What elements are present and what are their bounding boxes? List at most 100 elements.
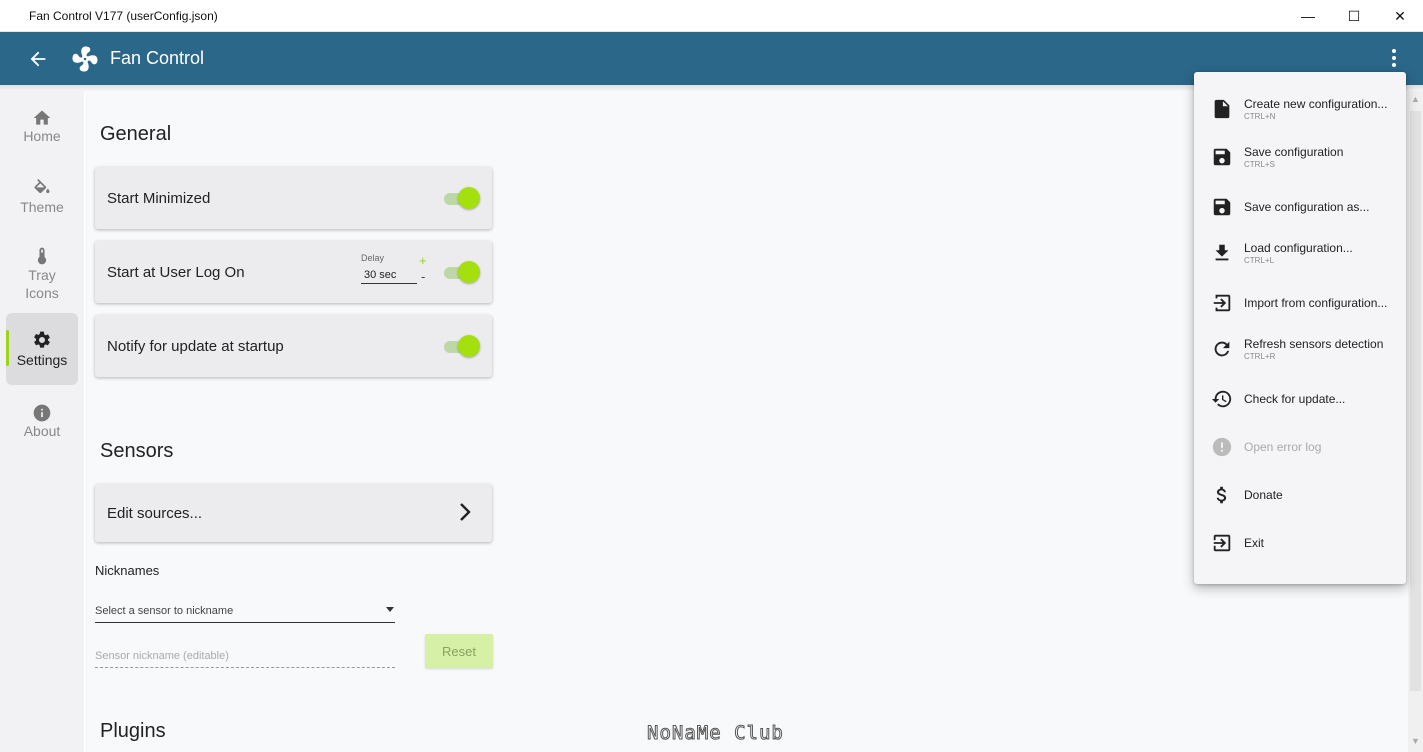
info-icon — [33, 404, 51, 422]
menu-item-label: Open error log — [1244, 440, 1322, 454]
notify-update-toggle[interactable] — [444, 334, 480, 358]
maximize-button[interactable]: ☐ — [1331, 0, 1377, 32]
notify-update-card: Notify for update at startup — [95, 315, 492, 377]
kebab-dot — [1392, 63, 1396, 67]
start-minimized-card: Start Minimized — [95, 167, 492, 229]
delay-increase-button[interactable]: + — [419, 253, 427, 268]
delay-label: Delay — [361, 253, 385, 263]
sidebar: Home Theme Tray Icons Settings About — [0, 91, 84, 752]
minimize-button[interactable]: — — [1285, 0, 1331, 32]
refresh-icon — [1214, 341, 1230, 357]
gear-icon — [34, 331, 50, 348]
menu-item-label: Check for update... — [1244, 392, 1346, 406]
menu-item-shortcut: CTRL+N — [1244, 112, 1276, 121]
sensor-nickname-input[interactable]: Sensor nickname (editable) — [95, 646, 395, 668]
menu-item-save-config-as[interactable]: Save configuration as... — [1194, 185, 1406, 229]
menu-item-save-config[interactable]: Save configuration CTRL+S — [1194, 135, 1406, 179]
menu-item-open-error-log[interactable]: Open error log — [1194, 425, 1406, 469]
back-button[interactable] — [25, 46, 51, 72]
app-title: Fan Control — [110, 48, 205, 68]
delay-value: 30 sec — [361, 266, 417, 284]
sidebar-item-about[interactable]: About — [6, 403, 78, 449]
toggle-thumb — [458, 335, 480, 357]
plugins-section-title: Plugins — [100, 720, 166, 742]
fan-icon — [72, 46, 98, 71]
menu-item-load-config[interactable]: Load configuration... CTRL+L — [1194, 231, 1406, 275]
arrow-left-icon — [30, 51, 46, 66]
window-controls: — ☐ ✕ — [1285, 0, 1423, 32]
toggle-thumb — [458, 261, 480, 283]
nicknames-label: Nicknames — [95, 563, 160, 578]
watermark: NoNaMe Club — [647, 722, 784, 745]
menu-item-label: Exit — [1244, 536, 1265, 550]
import-icon — [1213, 294, 1231, 312]
menu-item-check-update[interactable]: Check for update... — [1194, 377, 1406, 421]
close-icon: ✕ — [1394, 7, 1406, 24]
sidebar-item-settings[interactable]: Settings — [6, 313, 78, 385]
menu-item-label: Refresh sensors detection — [1244, 337, 1384, 351]
notify-update-label: Notify for update at startup — [107, 337, 284, 355]
home-icon — [33, 110, 51, 125]
dollar-icon — [1216, 486, 1227, 504]
menu-item-label: Import from configuration... — [1244, 296, 1388, 310]
exit-icon — [1213, 534, 1231, 552]
menu-item-label: Save configuration as... — [1244, 200, 1370, 214]
sidebar-item-label: Settings — [16, 352, 68, 368]
start-minimized-toggle[interactable] — [444, 186, 480, 210]
menu-item-shortcut: CTRL+R — [1244, 352, 1276, 361]
sidebar-item-label: Tray Icons — [25, 267, 59, 301]
start-logon-toggle[interactable] — [444, 260, 480, 284]
menu-item-shortcut: CTRL+L — [1244, 256, 1275, 265]
maximize-icon: ☐ — [1347, 7, 1361, 24]
start-logon-label: Start at User Log On — [107, 263, 245, 281]
scroll-thumb[interactable] — [1410, 111, 1421, 691]
delay-decrease-button[interactable]: - — [421, 269, 425, 284]
kebab-dot — [1392, 56, 1396, 60]
sidebar-item-label: Theme — [20, 199, 64, 215]
download-icon — [1215, 244, 1229, 261]
window-titlebar: Fan Control V177 (userConfig.json) — ☐ ✕ — [0, 0, 1423, 32]
minimize-icon: — — [1301, 8, 1315, 24]
sensor-nickname-placeholder: Sensor nickname (editable) — [95, 650, 229, 662]
close-button[interactable]: ✕ — [1377, 0, 1423, 32]
sidebar-item-home[interactable]: Home — [6, 108, 78, 154]
app-menu-dropdown: Create new configuration... CTRL+N Save c… — [1194, 72, 1406, 584]
menu-item-import-config[interactable]: Import from configuration... — [1194, 281, 1406, 325]
error-icon — [1212, 437, 1232, 457]
sidebar-item-label: Home — [23, 128, 61, 144]
sidebar-item-theme[interactable]: Theme — [6, 179, 78, 225]
menu-item-donate[interactable]: Donate — [1194, 473, 1406, 517]
menu-item-create-config[interactable]: Create new configuration... CTRL+N — [1194, 87, 1406, 131]
paint-bucket-icon — [34, 179, 50, 194]
sidebar-item-tray-icons[interactable]: Tray Icons — [6, 246, 78, 308]
menu-item-label: Create new configuration... — [1244, 97, 1388, 111]
menu-item-label: Donate — [1244, 488, 1283, 502]
edit-sources-label: Edit sources... — [107, 504, 203, 522]
menu-item-shortcut: CTRL+S — [1244, 160, 1275, 169]
edit-sources-button[interactable]: Edit sources... — [95, 484, 492, 542]
start-minimized-label: Start Minimized — [107, 189, 211, 207]
kebab-menu-button[interactable] — [1389, 46, 1399, 70]
menu-item-exit[interactable]: Exit — [1194, 521, 1406, 565]
thermometer-icon — [37, 247, 47, 265]
save-as-icon — [1213, 198, 1231, 216]
menu-item-label: Save configuration — [1244, 145, 1344, 159]
menu-item-refresh-sensors[interactable]: Refresh sensors detection CTRL+R — [1194, 327, 1406, 371]
start-logon-card: Start at User Log On Delay 30 sec + - — [95, 241, 492, 303]
reset-nickname-button[interactable]: Reset — [425, 634, 493, 668]
new-file-icon — [1214, 99, 1230, 119]
sensor-select-dropdown[interactable]: Select a sensor to nickname — [95, 601, 395, 623]
menu-item-label: Load configuration... — [1244, 241, 1353, 255]
scroll-up-icon[interactable]: ▲ — [1411, 94, 1420, 104]
save-icon — [1213, 148, 1231, 166]
general-section-title: General — [100, 123, 172, 145]
delay-field[interactable]: Delay 30 sec — [361, 253, 417, 284]
vertical-scrollbar[interactable]: ▲ ▼ — [1408, 91, 1423, 752]
toggle-thumb — [458, 187, 480, 209]
sensors-section-title: Sensors — [100, 440, 174, 462]
chevron-right-icon — [460, 503, 471, 521]
sidebar-item-label: About — [23, 423, 61, 439]
window-title: Fan Control V177 (userConfig.json) — [29, 8, 218, 23]
scroll-down-icon[interactable]: ▼ — [1411, 736, 1420, 746]
kebab-menu-icon — [1392, 49, 1396, 53]
